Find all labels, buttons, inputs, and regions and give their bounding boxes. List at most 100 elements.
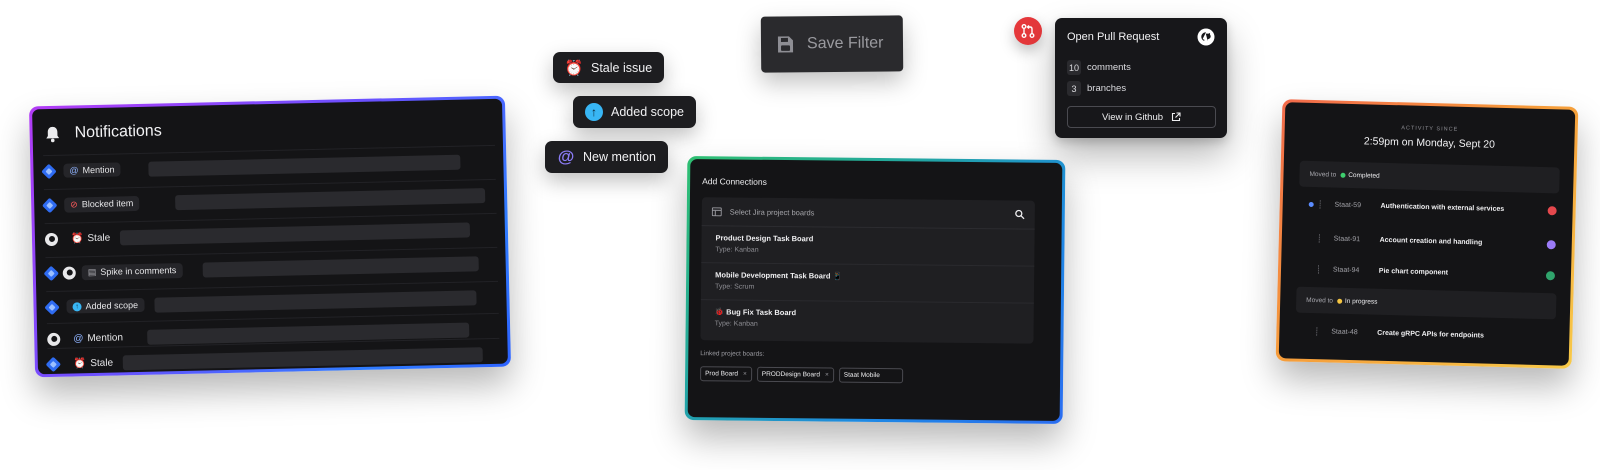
activity-panel: ACTIVITY SINCE 2:59pm on Monday, Sept 20…: [1275, 99, 1579, 369]
new-mention-chip[interactable]: @ New mention: [545, 141, 668, 173]
notification-label: Spike in comments: [100, 265, 177, 277]
linked-board-name: Prod Board: [705, 370, 739, 378]
pull-request-badge: [1014, 17, 1042, 45]
linked-boards-list: Prod Board × PRODDesign Board × Staat Mo…: [700, 366, 903, 384]
jira-icon: [45, 356, 62, 372]
arrow-up-icon: ↑: [585, 103, 603, 121]
new-mention-label: New mention: [583, 150, 656, 164]
comment-icon: ▤: [87, 266, 97, 277]
notification-content-placeholder: [122, 346, 484, 370]
activity-issue-row[interactable]: ┊ Staat-59 Authentication with external …: [1308, 196, 1557, 218]
alarm-clock-icon: ⏰: [70, 232, 84, 245]
save-filter-label: Save Filter: [806, 34, 884, 53]
github-icon: [62, 265, 76, 280]
issue-id: Staat-91: [1333, 235, 1361, 243]
git-pull-request-icon: [1021, 24, 1035, 38]
status-label: Completed: [1348, 171, 1380, 180]
alarm-clock-icon: ⏰: [73, 357, 87, 369]
notification-tag: ⏰ Stale: [68, 355, 120, 371]
timeline-marker: ┊: [1314, 326, 1320, 336]
activity-issue-row[interactable]: ┊ Staat-48 Create gRPC APIs for endpoint…: [1305, 323, 1553, 345]
notification-label: Blocked item: [81, 198, 134, 210]
notifications-title: Notifications: [74, 122, 162, 142]
notification-label: Added scope: [85, 300, 139, 312]
board-selector: Select Jira project boards Product Desig…: [700, 197, 1035, 344]
close-icon[interactable]: ×: [743, 371, 747, 378]
notification-tag: @ Mention: [67, 330, 129, 346]
board-name-text: Bug Fix Task Board: [726, 307, 797, 318]
notification-tag: ⏰ Stale: [65, 230, 117, 246]
status-badge: In progress: [1336, 297, 1378, 306]
board-type: Type: Scrum: [714, 283, 755, 291]
comments-label: comments: [1087, 62, 1131, 73]
save-filter-button[interactable]: Save Filter: [760, 15, 904, 73]
mobile-phone-icon: 📱: [832, 271, 842, 281]
notification-content-placeholder: [202, 255, 479, 278]
external-link-icon: [1171, 112, 1181, 122]
board-option[interactable]: Product Design Task Board Type: Kanban: [701, 226, 1035, 267]
view-in-github-label: View in Github: [1101, 111, 1164, 123]
issue-title: Create gRPC APIs for endpoints: [1377, 329, 1484, 340]
board-name: Mobile Development Task Board 📱: [715, 270, 1020, 282]
activity-issue-row[interactable]: ┊ Staat-91 Account creation and handling: [1308, 230, 1556, 252]
linked-board-name: PRODDesign Board: [761, 370, 821, 379]
at-icon: @: [557, 147, 575, 166]
notifications-header: Notifications: [44, 122, 162, 143]
added-scope-chip[interactable]: ↑ Added scope: [573, 96, 696, 128]
alarm-clock-icon: ⏰: [564, 59, 584, 77]
comments-count: 10: [1067, 60, 1081, 75]
activity-issue-row[interactable]: ┊ Staat-94 Pie chart component: [1307, 261, 1556, 283]
unread-dot: [1308, 201, 1314, 207]
jira-icon: [44, 299, 60, 315]
board-name: Product Design Task Board: [715, 233, 1020, 245]
pull-request-card: Open Pull Request 10 comments 3 branches…: [1055, 18, 1227, 138]
at-icon: @: [69, 165, 79, 176]
close-icon[interactable]: ×: [825, 371, 829, 378]
bug-icon: 🐞: [714, 307, 725, 317]
notification-label: Mention: [87, 331, 124, 344]
search-icon[interactable]: [1015, 209, 1025, 220]
board-option[interactable]: 🐞 Bug Fix Task Board Type: Kanban: [700, 300, 1033, 340]
board-search-input[interactable]: Select Jira project boards: [701, 197, 1035, 230]
status-badge: Completed: [1340, 171, 1380, 179]
issue-title: Pie chart component: [1378, 267, 1449, 277]
avatar: [1546, 239, 1556, 249]
jira-icon: [41, 163, 57, 179]
added-scope-label: Added scope: [611, 105, 684, 119]
issue-id: Staat-94: [1332, 266, 1360, 274]
timeline-marker: ┊: [1317, 199, 1323, 209]
notification-label: Stale: [87, 232, 111, 244]
pull-request-title: Open Pull Request: [1067, 31, 1160, 43]
github-icon: [44, 232, 59, 246]
github-icon: [47, 332, 61, 346]
linked-board-input[interactable]: Staat Mobile: [838, 367, 903, 384]
stale-issue-chip[interactable]: ⏰ Stale issue: [553, 52, 665, 83]
branches-stat: 3 branches: [1067, 81, 1126, 96]
blocked-icon: ⊘: [70, 198, 78, 210]
timeline-marker: ┊: [1315, 264, 1321, 274]
stale-issue-label: Stale issue: [591, 60, 653, 75]
board-option[interactable]: Mobile Development Task Board 📱 Type: Sc…: [700, 263, 1035, 304]
avatar: [1545, 270, 1556, 280]
notification-tag: ↑ Added scope: [66, 297, 145, 314]
jira-icon: [43, 265, 60, 281]
notification-tag: ▤ Spike in comments: [81, 262, 183, 280]
notification-label: Stale: [90, 357, 114, 369]
moved-to-label: Moved to: [1306, 296, 1334, 305]
linked-board-tag: Prod Board ×: [700, 366, 752, 382]
board-name: 🐞 Bug Fix Task Board: [715, 307, 1020, 319]
issue-id: Staat-59: [1334, 201, 1362, 209]
issue-id: Staat-48: [1331, 328, 1358, 336]
notification-label: Mention: [82, 164, 115, 176]
notification-tag: @ Mention: [63, 162, 121, 178]
linked-boards-label: Linked project boards:: [700, 350, 765, 358]
board-type: Type: Kanban: [715, 246, 759, 254]
view-in-github-button[interactable]: View in Github: [1067, 106, 1216, 128]
issue-title: Account creation and handling: [1379, 236, 1483, 246]
status-label: In progress: [1344, 297, 1378, 306]
arrow-up-icon: ↑: [72, 301, 82, 311]
notification-content-placeholder: [175, 187, 486, 210]
board-type: Type: Kanban: [714, 320, 758, 328]
floppy-disk-icon: [777, 36, 794, 53]
add-connections-panel: Add Connections Select Jira project boar…: [684, 156, 1066, 424]
